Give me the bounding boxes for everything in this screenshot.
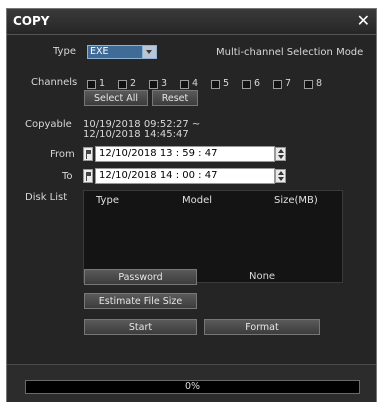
checkbox-icon[interactable] — [180, 80, 189, 89]
password-button[interactable]: Password — [84, 269, 197, 285]
close-icon[interactable]: ✕ — [357, 11, 370, 30]
type-select-value: EXE — [90, 46, 109, 57]
checkbox-icon[interactable] — [149, 80, 158, 89]
up-arrow-icon[interactable] — [278, 149, 284, 153]
channel-number: 2 — [130, 78, 137, 89]
disk-list-label: Disk List — [25, 192, 68, 203]
dialog-title: COPY — [13, 14, 50, 28]
start-button[interactable]: Start — [84, 319, 197, 335]
column-header-type: Type — [96, 195, 119, 206]
from-label: From — [50, 149, 75, 160]
password-value: None — [249, 271, 276, 282]
checkbox-icon[interactable] — [118, 80, 127, 89]
flag-icon[interactable] — [83, 169, 93, 183]
from-datetime-field[interactable]: 12/10/2018 13 : 59 : 47 — [95, 146, 275, 162]
column-header-model: Model — [182, 195, 213, 206]
down-arrow-icon[interactable] — [278, 177, 284, 181]
chevron-down-icon[interactable] — [142, 46, 156, 58]
title-bar: COPY ✕ — [7, 9, 376, 35]
channels-label: Channels — [31, 77, 78, 88]
reset-button[interactable]: Reset — [152, 90, 198, 106]
channel-number: 6 — [254, 78, 261, 89]
format-button[interactable]: Format — [204, 319, 320, 335]
from-spinner[interactable] — [275, 147, 286, 161]
checkbox-icon[interactable] — [87, 80, 96, 89]
copy-dialog: COPY ✕ Type EXE Multi-channel Selection … — [6, 8, 377, 402]
channel-number: 4 — [192, 78, 199, 89]
checkbox-icon[interactable] — [304, 80, 313, 89]
column-header-size: Size(MB) — [274, 195, 318, 206]
channel-number: 8 — [316, 78, 323, 89]
copyable-range-end: 12/10/2018 14:45:47 — [83, 129, 189, 140]
type-select[interactable]: EXE — [87, 45, 157, 59]
select-all-button[interactable]: Select All — [84, 90, 148, 106]
channel-number: 7 — [285, 78, 292, 89]
type-label: Type — [53, 46, 76, 57]
progress-text: 0% — [184, 381, 201, 392]
screen: COPY ✕ Type EXE Multi-channel Selection … — [0, 0, 385, 410]
checkbox-icon[interactable] — [211, 80, 220, 89]
copyable-label: Copyable — [25, 119, 72, 130]
channel-number: 5 — [223, 78, 230, 89]
up-arrow-icon[interactable] — [278, 171, 284, 175]
to-datetime-field[interactable]: 12/10/2018 14 : 00 : 47 — [95, 168, 275, 184]
mode-label: Multi-channel Selection Mode — [216, 47, 364, 58]
checkbox-icon[interactable] — [242, 80, 251, 89]
progress-area: 0% — [7, 364, 376, 402]
estimate-file-size-button[interactable]: Estimate File Size — [84, 293, 197, 309]
channel-number: 1 — [99, 78, 106, 89]
flag-icon[interactable] — [83, 147, 93, 161]
to-label: To — [62, 171, 73, 182]
down-arrow-icon[interactable] — [278, 155, 284, 159]
to-spinner[interactable] — [275, 169, 286, 183]
checkbox-icon[interactable] — [273, 80, 282, 89]
channel-number: 3 — [161, 78, 168, 89]
progress-bar: 0% — [25, 380, 360, 394]
